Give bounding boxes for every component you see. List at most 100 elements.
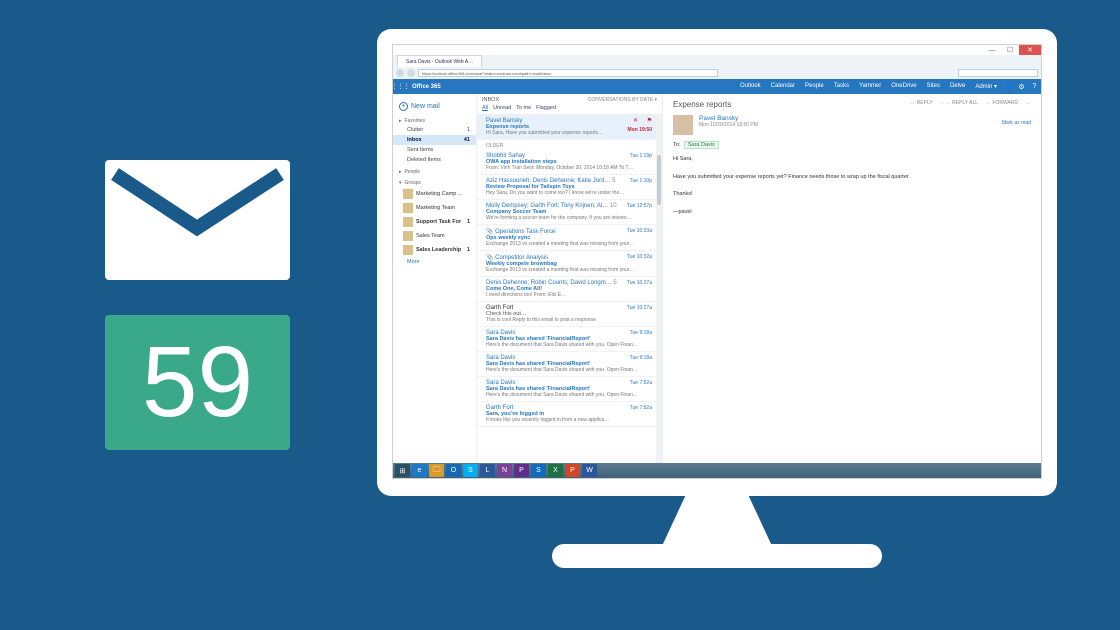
group-item[interactable]: Sales Leadership1 (393, 243, 476, 257)
nav-yammer[interactable]: Yammer (854, 83, 886, 90)
reading-pane: Expense reports ← REPLY←← REPLY ALL→ FOR… (663, 94, 1041, 463)
sidebar-more[interactable]: More (393, 257, 476, 267)
help-icon[interactable]: ? (1028, 80, 1041, 93)
message-row[interactable]: Garth FortSara, you've logged inIt looks… (477, 402, 662, 427)
unread-count-box: 59 (105, 315, 290, 450)
browser-tab[interactable]: Sara Davis - Outlook Web A… (397, 55, 482, 67)
message-row[interactable]: Aziz Hassouneh; Denis Dehenne; Katie Jor… (477, 175, 662, 200)
action-button[interactable]: ← REPLY (910, 100, 932, 106)
group-item[interactable]: Sales Team (393, 229, 476, 243)
mail-icon (105, 160, 290, 280)
taskbar-pp[interactable]: P (514, 464, 529, 477)
avatar[interactable]: 👤 (1002, 80, 1015, 93)
group-avatar (403, 231, 413, 241)
nav-tasks[interactable]: Tasks (829, 83, 854, 90)
taskbar-xl[interactable]: X (548, 464, 563, 477)
scrollbar[interactable] (656, 115, 662, 463)
message-time: Tue 1:10p (630, 178, 652, 184)
section-people[interactable]: ▸ People (393, 165, 476, 176)
list-section-header: OLDER (477, 140, 662, 150)
nav-outlook[interactable]: Outlook (735, 83, 766, 90)
folder-clutter[interactable]: Clutter1 (393, 125, 476, 135)
forward-button[interactable] (407, 69, 415, 77)
message-actions: ← REPLY ←← REPLY ALL → FORWARD … (910, 100, 1031, 106)
filter-unread[interactable]: Unread (493, 105, 511, 111)
message-time: Tue 10:27a (627, 305, 652, 311)
message-row[interactable]: Denis Dehenne; Robin Counts; David Longm… (477, 277, 662, 302)
window-close[interactable]: ✕ (1019, 45, 1041, 55)
nav-onedrive[interactable]: OneDrive (886, 83, 921, 90)
message-scroll[interactable]: Pavel BanskyExpense reportsHi Sara, Have… (477, 115, 662, 463)
app-launcher-icon[interactable]: ⋮⋮⋮ (393, 79, 408, 94)
message-row[interactable]: 📎 Operations Task ForceOps weekly syncEx… (477, 225, 662, 251)
folder-sent-items[interactable]: Sent Items (393, 145, 476, 155)
filter-flagged[interactable]: Flagged (536, 105, 556, 111)
browser-search[interactable] (958, 69, 1038, 77)
window-controls: — ☐ ✕ (393, 45, 1041, 55)
window-minimize[interactable]: — (983, 45, 1001, 55)
recipients-line: To: Sara Davis (673, 141, 1031, 149)
message-time: Mon 19:50 (628, 127, 652, 133)
message-row[interactable]: Sara DavisSara Davis has shared 'Financi… (477, 377, 662, 402)
nav-calendar[interactable]: Calendar (766, 83, 800, 90)
taskbar-sk[interactable]: S (463, 464, 478, 477)
filter-to-me[interactable]: To me (516, 105, 531, 111)
folder-deleted-items[interactable]: Deleted Items (393, 155, 476, 165)
monitor-base (552, 544, 882, 568)
screen: — ☐ ✕ Sara Davis - Outlook Web A… https:… (392, 44, 1042, 479)
new-mail-button[interactable]: + New mail (393, 99, 476, 114)
flag-icon[interactable]: ⚑ (647, 117, 652, 124)
section-groups[interactable]: ▾ Groups (393, 176, 476, 187)
taskbar-ob[interactable]: O (446, 464, 461, 477)
action-button[interactable]: ←← REPLY ALL (941, 100, 978, 106)
message-row[interactable]: Garth FortCheck this out…This is cool Re… (477, 302, 662, 327)
message-body: Hi Sara, Have you submitted your expense… (673, 155, 1031, 217)
taskbar-fold[interactable]: 🗀 (429, 464, 444, 477)
monitor-stand (662, 494, 772, 546)
group-item[interactable]: Marketing Camp… (393, 187, 476, 201)
message-row[interactable]: Pavel BanskyExpense reportsHi Sara, Have… (477, 115, 662, 140)
message-row[interactable]: 📎 Competitor AnalysisWeekly compete brow… (477, 251, 662, 277)
nav-delve[interactable]: Delve (945, 83, 970, 90)
message-row[interactable]: Molly Dempsey; Garth Fort; Tony Krijnen;… (477, 200, 662, 225)
nav-people[interactable]: People (800, 83, 829, 90)
message-time: Tue 9:18a (630, 330, 652, 336)
mark-as-read[interactable]: Mark as read (1002, 120, 1031, 126)
filter-all[interactable]: All (482, 105, 488, 111)
message-row[interactable]: Sara DavisSara Davis has shared 'Financi… (477, 327, 662, 352)
sender-name[interactable]: Pavel Bansky (699, 115, 758, 122)
group-avatar (403, 203, 413, 213)
browser-tabstrip: Sara Davis - Outlook Web A… (393, 55, 1041, 67)
taskbar-ppt[interactable]: P (565, 464, 580, 477)
sender-avatar (673, 115, 693, 135)
browser-toolbar: https://outlook.office365.com/owa/?realm… (393, 67, 1041, 79)
taskbar-win[interactable]: ⊞ (395, 464, 410, 477)
back-button[interactable] (396, 69, 404, 77)
message-preview: Exchange 2013 vs created a meeting that … (486, 267, 655, 273)
group-item[interactable]: Support Task For1 (393, 215, 476, 229)
action-button[interactable]: → FORWARD (986, 100, 1018, 106)
message-time: Tue 10:27a (627, 280, 652, 286)
taskbar-wd[interactable]: W (582, 464, 597, 477)
section-favorites[interactable]: ▸ Favorites (393, 114, 476, 125)
group-avatar (403, 189, 413, 199)
promo-area: 59 (105, 160, 295, 450)
group-item[interactable]: Marketing Team (393, 201, 476, 215)
message-preview: Exchange 2013 vs created a meeting that … (486, 241, 655, 247)
delete-icon[interactable]: ✕ (633, 117, 638, 124)
taskbar-sp[interactable]: S (531, 464, 546, 477)
taskbar-ie[interactable]: e (412, 464, 427, 477)
taskbar-on[interactable]: N (497, 464, 512, 477)
folder-inbox[interactable]: Inbox41 (393, 135, 476, 145)
message-row[interactable]: Shobhit SahayOWA app installation stepsF… (477, 150, 662, 175)
action-button[interactable]: … (1026, 100, 1031, 106)
taskbar-ly[interactable]: L (480, 464, 495, 477)
nav-admin[interactable]: Admin ▾ (970, 83, 1002, 90)
recipient-chip[interactable]: Sara Davis (684, 141, 719, 149)
nav-sites[interactable]: Sites (922, 83, 945, 90)
message-list: INBOX CONVERSATIONS BY DATE ▾ AllUnreadT… (477, 94, 663, 463)
message-row[interactable]: Sara DavisSara Davis has shared 'Financi… (477, 352, 662, 377)
address-bar[interactable]: https://outlook.office365.com/owa/?realm… (418, 69, 718, 77)
window-maximize[interactable]: ☐ (1001, 45, 1019, 55)
settings-icon[interactable]: ⚙ (1015, 80, 1028, 93)
